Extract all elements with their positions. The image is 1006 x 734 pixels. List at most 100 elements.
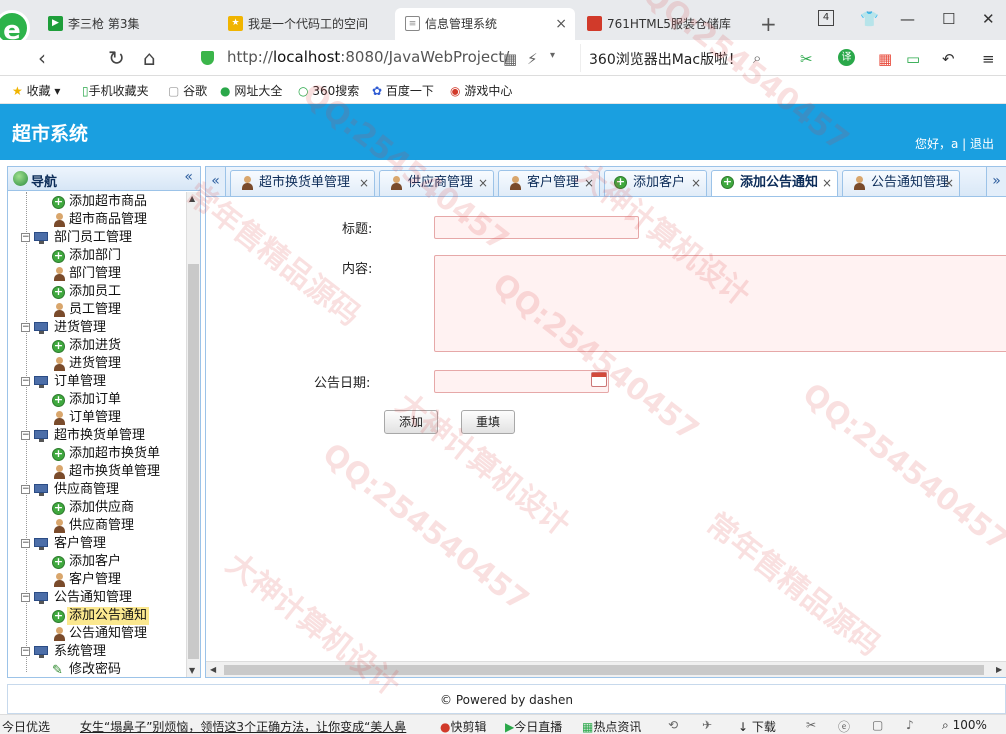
- content-tab[interactable]: 公告通知管理 ×: [842, 170, 960, 196]
- status-quick-edit[interactable]: ●快剪辑: [440, 718, 487, 734]
- status-window-icon[interactable]: ▢: [872, 718, 883, 732]
- nav-item[interactable]: + 添加进货: [8, 337, 186, 355]
- content-textarea[interactable]: [434, 255, 1006, 352]
- collapse-toggle-icon[interactable]: −: [21, 323, 30, 332]
- bookmark-360search[interactable]: ○ 360搜索: [298, 82, 359, 99]
- nav-group[interactable]: − 超市换货单管理: [8, 427, 186, 445]
- back-arrow-icon[interactable]: ‹: [38, 46, 46, 70]
- nav-group[interactable]: − 部门员工管理: [8, 229, 186, 247]
- collapse-toggle-icon[interactable]: −: [21, 593, 30, 602]
- status-cut-icon[interactable]: ✂: [806, 718, 816, 732]
- calendar-icon[interactable]: [591, 372, 607, 387]
- content-tab[interactable]: + 添加公告通知 ×: [711, 170, 838, 196]
- nav-group[interactable]: − 客户管理: [8, 535, 186, 553]
- nav-item[interactable]: 公告通知管理: [8, 625, 186, 643]
- apps-grid-icon[interactable]: ▦: [878, 50, 892, 68]
- nav-item[interactable]: 员工管理: [8, 301, 186, 319]
- nav-item[interactable]: + 添加供应商: [8, 499, 186, 517]
- nav-item[interactable]: ✎ 修改密码: [8, 661, 186, 677]
- nav-item[interactable]: + 添加客户: [8, 553, 186, 571]
- bookmark-favorites[interactable]: ★ 收藏 ▾: [12, 82, 60, 99]
- scroll-down-arrow-icon[interactable]: ▼: [189, 666, 195, 675]
- shirt-icon[interactable]: 👕: [860, 10, 879, 28]
- status-live[interactable]: ▶今日直播: [505, 718, 562, 734]
- lightning-icon[interactable]: ⚡: [527, 50, 538, 68]
- nav-scrollbar[interactable]: ▲ ▼: [186, 192, 200, 677]
- nav-group[interactable]: − 供应商管理: [8, 481, 186, 499]
- nav-item[interactable]: + 添加订单: [8, 391, 186, 409]
- status-pin-icon[interactable]: ✈: [702, 718, 712, 732]
- nav-item[interactable]: 超市商品管理: [8, 211, 186, 229]
- collapse-toggle-icon[interactable]: −: [21, 233, 30, 242]
- status-refresh-icon[interactable]: ⟲: [668, 718, 678, 732]
- close-tab-icon[interactable]: ×: [822, 171, 832, 195]
- bookmark-sites[interactable]: ● 网址大全: [220, 82, 282, 99]
- tabs-scroll-left-icon[interactable]: «: [206, 167, 226, 196]
- content-tab[interactable]: 客户管理 ×: [498, 170, 600, 196]
- content-tab[interactable]: 供应商管理 ×: [379, 170, 494, 196]
- status-news-ticker[interactable]: 女生“塌鼻子”别烦恼，领悟这3个正确方法，让你变成“美人鼻: [80, 718, 432, 734]
- title-input[interactable]: [434, 216, 639, 239]
- collapse-toggle-icon[interactable]: −: [21, 377, 30, 386]
- scrollbar-thumb[interactable]: [188, 264, 199, 659]
- translate-icon[interactable]: 译: [838, 49, 855, 66]
- battery-icon[interactable]: ▭: [906, 50, 920, 68]
- url-field[interactable]: http://localhost:8080/JavaWebProject/: [195, 44, 580, 72]
- tab-count-badge[interactable]: 4: [818, 10, 834, 26]
- status-today-picks[interactable]: 今日优选: [2, 718, 50, 734]
- nav-item[interactable]: + 添加公告通知: [8, 607, 186, 625]
- chevron-down-icon[interactable]: ▾: [550, 50, 555, 61]
- nav-item[interactable]: + 添加超市换货单: [8, 445, 186, 463]
- collapse-toggle-icon[interactable]: −: [21, 431, 30, 440]
- browser-tab-4[interactable]: 761HTML5服装仓储库: [577, 8, 752, 40]
- close-icon[interactable]: ×: [555, 8, 567, 40]
- close-tab-icon[interactable]: ×: [359, 171, 369, 195]
- status-hot-news[interactable]: ▦热点资讯: [582, 718, 641, 734]
- close-tab-icon[interactable]: ×: [691, 171, 701, 195]
- scroll-right-arrow-icon[interactable]: ▶: [996, 665, 1002, 674]
- collapse-toggle-icon[interactable]: −: [21, 539, 30, 548]
- bookmark-google[interactable]: ▢ 谷歌: [168, 82, 207, 99]
- nav-item[interactable]: 客户管理: [8, 571, 186, 589]
- add-button[interactable]: 添加: [384, 410, 438, 434]
- scissors-icon[interactable]: ✂: [800, 50, 813, 68]
- nav-item[interactable]: + 添加部门: [8, 247, 186, 265]
- reset-button[interactable]: 重填: [461, 410, 515, 434]
- qr-code-icon[interactable]: ▦: [503, 50, 517, 68]
- home-icon[interactable]: ⌂: [143, 46, 156, 70]
- collapse-icon[interactable]: «: [184, 169, 193, 185]
- date-input[interactable]: [434, 370, 609, 393]
- status-zoom[interactable]: ⌕ 100%: [942, 718, 987, 733]
- nav-item[interactable]: 进货管理: [8, 355, 186, 373]
- close-tab-icon[interactable]: ×: [584, 171, 594, 195]
- browser-tab-1[interactable]: ▶ 李三枪 第3集: [38, 8, 213, 40]
- scroll-left-arrow-icon[interactable]: ◀: [210, 665, 216, 674]
- search-icon[interactable]: ⌕: [753, 49, 761, 67]
- search-input[interactable]: 360浏览器出Mac版啦！ ⌕: [580, 44, 770, 72]
- tabs-scroll-right-icon[interactable]: »: [986, 167, 1006, 196]
- nav-group[interactable]: − 系统管理: [8, 643, 186, 661]
- nav-item[interactable]: + 添加超市商品: [8, 193, 186, 211]
- new-tab-button[interactable]: +: [760, 12, 777, 36]
- minimize-button[interactable]: —: [900, 10, 915, 28]
- collapse-toggle-icon[interactable]: −: [21, 647, 30, 656]
- bookmark-games[interactable]: ◉ 游戏中心: [450, 82, 512, 99]
- nav-group[interactable]: − 进货管理: [8, 319, 186, 337]
- status-download[interactable]: ↓ 下载: [738, 718, 776, 734]
- menu-icon[interactable]: ≡: [982, 50, 995, 68]
- nav-group[interactable]: − 公告通知管理: [8, 589, 186, 607]
- browser-tab-3[interactable]: ≡ 信息管理系统 ×: [395, 8, 575, 40]
- close-tab-icon[interactable]: ×: [478, 171, 488, 195]
- content-horizontal-scrollbar[interactable]: ◀ ▶: [206, 661, 1006, 677]
- nav-item[interactable]: 部门管理: [8, 265, 186, 283]
- nav-item[interactable]: 订单管理: [8, 409, 186, 427]
- nav-group[interactable]: − 订单管理: [8, 373, 186, 391]
- reload-icon[interactable]: ↻: [108, 46, 125, 70]
- status-browser-icon[interactable]: ⓔ: [838, 718, 850, 734]
- close-window-button[interactable]: ✕: [982, 10, 995, 28]
- scroll-up-arrow-icon[interactable]: ▲: [189, 194, 195, 203]
- maximize-button[interactable]: ☐: [942, 10, 955, 28]
- scrollbar-thumb[interactable]: [224, 665, 984, 675]
- user-greeting-logout[interactable]: 您好，a | 退出: [915, 135, 994, 152]
- undo-icon[interactable]: ↶: [942, 50, 955, 68]
